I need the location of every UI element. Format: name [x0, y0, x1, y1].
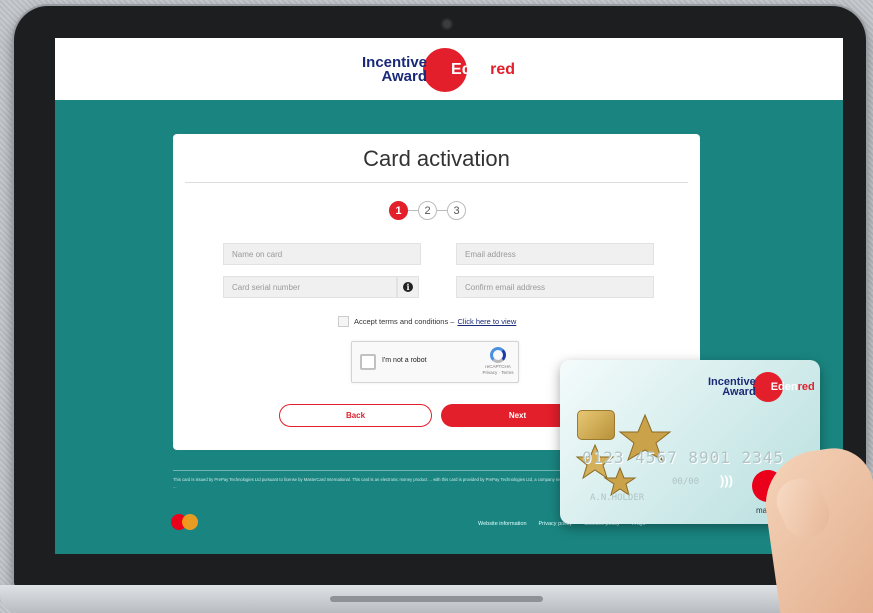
terms-row: Accept terms and conditions – Click here… — [338, 316, 516, 327]
captcha-label: I'm not a robot — [382, 357, 427, 364]
site-header: Incentive Award Edenred — [55, 38, 843, 100]
card-number: 0123 4567 8901 2345 — [582, 448, 785, 467]
terms-label: Accept terms and conditions – — [354, 317, 455, 326]
email-input[interactable]: Email address — [456, 243, 654, 265]
step-indicator: 1 2 3 — [389, 201, 466, 220]
info-icon: i — [403, 282, 413, 292]
step-connector — [437, 210, 447, 211]
mastercard-icon — [171, 514, 199, 530]
captcha-checkbox[interactable] — [360, 354, 376, 370]
contactless-icon: ))) — [720, 473, 733, 488]
card-serial-input[interactable]: Card serial number — [223, 276, 397, 298]
step-3: 3 — [447, 201, 466, 220]
info-button[interactable]: i — [397, 276, 419, 298]
recaptcha-brand: reCAPTCHA Privacy · Terms — [482, 347, 514, 376]
confirm-email-input[interactable]: Confirm email address — [456, 276, 654, 298]
footer-link-website-info[interactable]: Website information — [478, 521, 527, 527]
title-divider — [185, 182, 688, 183]
logo-text: Incentive Award — [362, 55, 428, 85]
step-1: 1 — [389, 201, 408, 220]
terms-checkbox[interactable] — [338, 316, 349, 327]
logo-line-2: Award — [381, 68, 428, 85]
terms-link[interactable]: Click here to view — [457, 317, 516, 326]
card-expiry: 00/00 — [672, 477, 700, 487]
page-title: Card activation — [363, 146, 510, 171]
logo-red: red — [490, 61, 516, 78]
name-on-card-input[interactable]: Name on card — [223, 243, 421, 265]
card-logo-line-2: Award — [722, 386, 756, 398]
step-connector — [408, 210, 418, 211]
brand-logo[interactable]: Incentive Award Edenred — [362, 47, 515, 93]
recaptcha-icon — [490, 347, 506, 363]
back-button[interactable]: Back — [279, 404, 432, 427]
camera-icon — [441, 18, 453, 30]
laptop-notch — [330, 596, 543, 602]
card-holder: A.N.HOLDER — [590, 493, 645, 503]
logo-edenred: Edenred — [451, 61, 515, 79]
logo-eden: Eden — [451, 61, 491, 78]
recaptcha-widget: I'm not a robot reCAPTCHA Privacy · Term… — [351, 341, 519, 383]
step-2: 2 — [418, 201, 437, 220]
recaptcha-links[interactable]: Privacy · Terms — [482, 370, 514, 376]
